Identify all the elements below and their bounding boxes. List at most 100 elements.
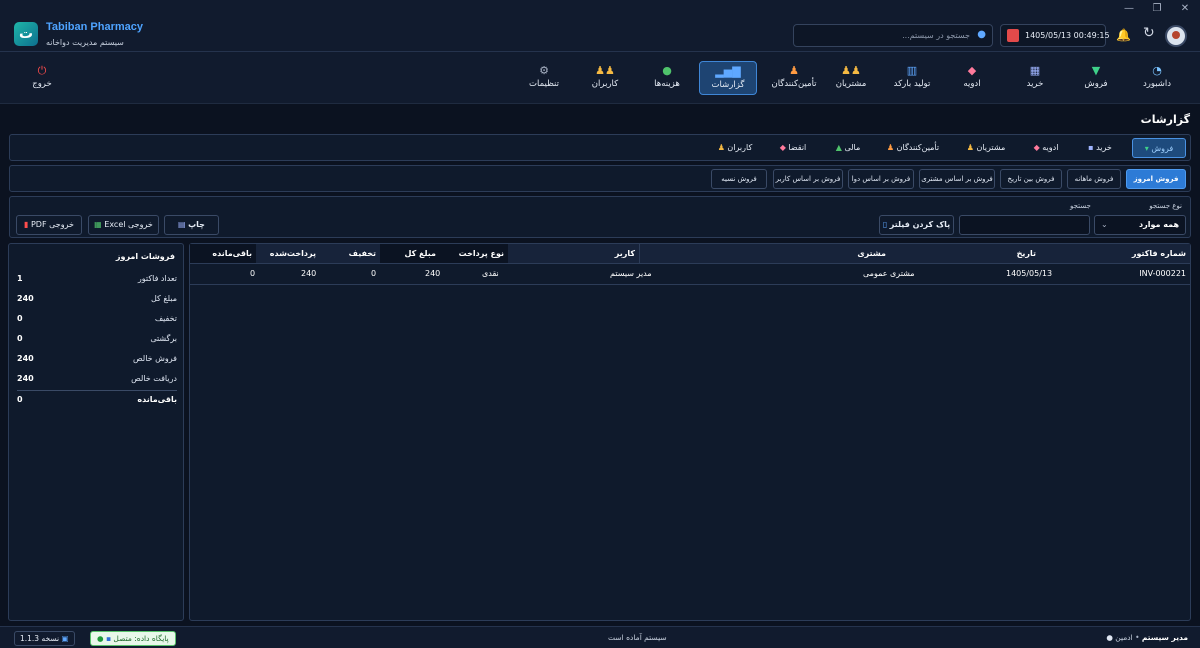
- close-button[interactable]: ✕: [1172, 0, 1198, 18]
- cell-customer: مشتری عمومی: [863, 269, 915, 278]
- nav-suppliers[interactable]: ♟ تأمین‌کنندگان: [764, 61, 824, 95]
- cell-date: 1405/05/13: [1006, 269, 1053, 278]
- nav-dashboard[interactable]: ◔ داشبورد: [1135, 61, 1179, 95]
- power-icon: ⏻: [37, 64, 47, 77]
- maximize-button[interactable]: ❐: [1144, 0, 1170, 18]
- datetime-text: 1405/05/13 00:49:15: [1025, 31, 1110, 40]
- subtab-sales-by-medicine[interactable]: فروش بر اساس دوا: [848, 169, 914, 189]
- column-header[interactable]: شماره فاکتور: [1040, 244, 1190, 264]
- barcode-icon: ▥: [906, 64, 918, 77]
- column-header[interactable]: تاریخ: [890, 244, 1040, 264]
- global-search: ●: [793, 24, 993, 47]
- printer-icon: ▤: [178, 220, 189, 229]
- refresh-icon[interactable]: ↻: [1143, 25, 1155, 41]
- global-search-input[interactable]: [798, 27, 970, 44]
- summary-row: تعداد فاکتور 1: [17, 274, 177, 283]
- app-subtitle: سیستم مدیریت دواخانه: [46, 38, 124, 47]
- nav-purchase[interactable]: ▦ خرید: [1017, 61, 1053, 95]
- cell-user: مدیر سیستم: [610, 269, 652, 278]
- column-header[interactable]: مبلغ کل: [380, 244, 440, 264]
- purchase-icon: ▦: [1029, 64, 1041, 77]
- pill-icon: ◆: [1033, 143, 1043, 152]
- summary-row: مبلغ کل 240: [17, 294, 177, 303]
- nav-sales[interactable]: ▼ فروش: [1078, 61, 1114, 95]
- status-bar: ● مدیر سیستم • ادمین سیستم آماده است ● ▪…: [0, 626, 1200, 648]
- report-tabs: ▾ فروش ▪ خرید ◆ ادویه ♟ مشتریان ♟ تأمین‌…: [9, 134, 1191, 161]
- subtab-monthly-sales[interactable]: فروش ماهانه: [1067, 169, 1121, 189]
- cell-payment-type: نقدی: [482, 269, 499, 278]
- summary-remaining: باقی‌مانده 0: [17, 395, 177, 404]
- search-icon: ●: [977, 29, 986, 40]
- cell-discount: 0: [371, 269, 377, 278]
- export-pdf-button[interactable]: ▮ PDF خروجی: [16, 215, 82, 235]
- nav-medicines[interactable]: ◆ ادویه: [952, 61, 992, 95]
- print-button[interactable]: ▤ چاپ: [164, 215, 219, 235]
- column-header[interactable]: مشتری: [640, 244, 890, 264]
- nav-reports[interactable]: ▂▅▇ گزارشات: [699, 61, 757, 95]
- nav-settings[interactable]: ⚙ تنظیمات: [522, 61, 566, 95]
- bell-icon[interactable]: 🔔: [1116, 28, 1131, 42]
- nav-users[interactable]: ♟♟ کاربران: [584, 61, 626, 95]
- excel-icon: ▦: [94, 220, 105, 229]
- suppliers-icon: ♟: [886, 143, 897, 152]
- datetime-display: 1405/05/13 00:49:15: [1000, 24, 1110, 47]
- minimize-button[interactable]: —: [1116, 0, 1142, 18]
- current-user: ● مدیر سیستم • ادمین: [1106, 633, 1188, 642]
- cell-total: 240: [425, 269, 441, 278]
- row-divider: [190, 284, 1190, 285]
- subtab-sales-by-user[interactable]: فروش بر اساس کاربر: [773, 169, 843, 189]
- version-badge: نسخه 1.1.3 ▣: [14, 631, 75, 646]
- tab-medicines[interactable]: ◆ ادویه: [1022, 138, 1070, 158]
- column-header[interactable]: تخفیف: [320, 244, 380, 264]
- clear-filter-button[interactable]: ▯ پاک کردن فیلتر: [879, 215, 954, 235]
- users-icon: ♟: [717, 143, 728, 152]
- cell-invoice-number: INV-000221: [1139, 269, 1186, 278]
- summary-divider: [17, 390, 177, 391]
- nav-customers[interactable]: ♟♟ مشتریان: [826, 61, 876, 95]
- subtab-sales-between-dates[interactable]: فروش بین تاریخ: [1000, 169, 1062, 189]
- subtab-credit-sales[interactable]: فروش نسیه: [711, 169, 767, 189]
- column-header[interactable]: باقی‌مانده: [190, 244, 256, 264]
- summary-row: فروش خالص 240: [17, 354, 177, 363]
- expenses-icon: ●: [662, 64, 672, 77]
- tab-financial[interactable]: ▲ مالی: [826, 138, 870, 158]
- clear-icon: ▯: [882, 220, 890, 229]
- calendar-icon: [1007, 29, 1019, 42]
- customers-icon: ♟: [966, 143, 977, 152]
- column-header[interactable]: پرداخت‌شده: [256, 244, 320, 264]
- cell-paid: 240: [301, 269, 317, 278]
- search-label: جستجو: [1070, 202, 1091, 210]
- column-header[interactable]: کاربر: [508, 244, 640, 264]
- suppliers-icon: ♟: [789, 64, 799, 77]
- nav-expenses[interactable]: ● هزینه‌ها: [646, 61, 688, 95]
- search-type-select[interactable]: همه موارد ⌄: [1094, 215, 1186, 235]
- filter-bar: نوع جستجو همه موارد ⌄ جستجو ▯ پاک کردن ف…: [9, 196, 1191, 238]
- reports-icon: ▂▅▇: [715, 65, 741, 78]
- pdf-icon: ▮: [24, 220, 31, 229]
- tab-purchase[interactable]: ▪ خرید: [1078, 138, 1122, 158]
- export-excel-button[interactable]: ▦ Excel خروجی: [88, 215, 159, 235]
- tab-suppliers[interactable]: ♟ تأمین‌کنندگان: [878, 138, 948, 158]
- main-nav: ◔ داشبورد ▼ فروش ▦ خرید ◆ ادویه ▥ تولید …: [0, 52, 1200, 104]
- status-dot-icon: ●: [97, 634, 106, 643]
- tab-customers[interactable]: ♟ مشتریان: [956, 138, 1016, 158]
- summary-row: دریافت خالص 240: [17, 374, 177, 383]
- nav-logout[interactable]: ⏻ خروج: [26, 61, 58, 95]
- search-field[interactable]: [959, 215, 1090, 235]
- column-header[interactable]: نوع پرداخت: [440, 244, 508, 264]
- pill-icon: ◆: [967, 64, 977, 77]
- user-icon: ●: [1106, 633, 1116, 642]
- app-logo: ت: [14, 22, 38, 46]
- subtab-today-sales[interactable]: فروش امروز: [1126, 169, 1186, 189]
- status-message: سیستم آماده است: [608, 633, 667, 642]
- summary-row: برگشتی 0: [17, 334, 177, 343]
- customers-icon: ♟♟: [841, 64, 861, 77]
- subtab-sales-by-customer[interactable]: فروش بر اساس مشتری: [919, 169, 995, 189]
- avatar[interactable]: [1165, 25, 1187, 47]
- tab-users[interactable]: ♟ کاربران: [708, 138, 762, 158]
- tab-expiry[interactable]: ◆ انقضا: [768, 138, 818, 158]
- summary-row: تخفیف 0: [17, 314, 177, 323]
- nav-barcode[interactable]: ▥ تولید بارکد: [884, 61, 940, 95]
- sales-table: شماره فاکتور تاریخ مشتری کاربر نوع پرداخ…: [189, 243, 1191, 621]
- tab-sales[interactable]: ▾ فروش: [1132, 138, 1186, 158]
